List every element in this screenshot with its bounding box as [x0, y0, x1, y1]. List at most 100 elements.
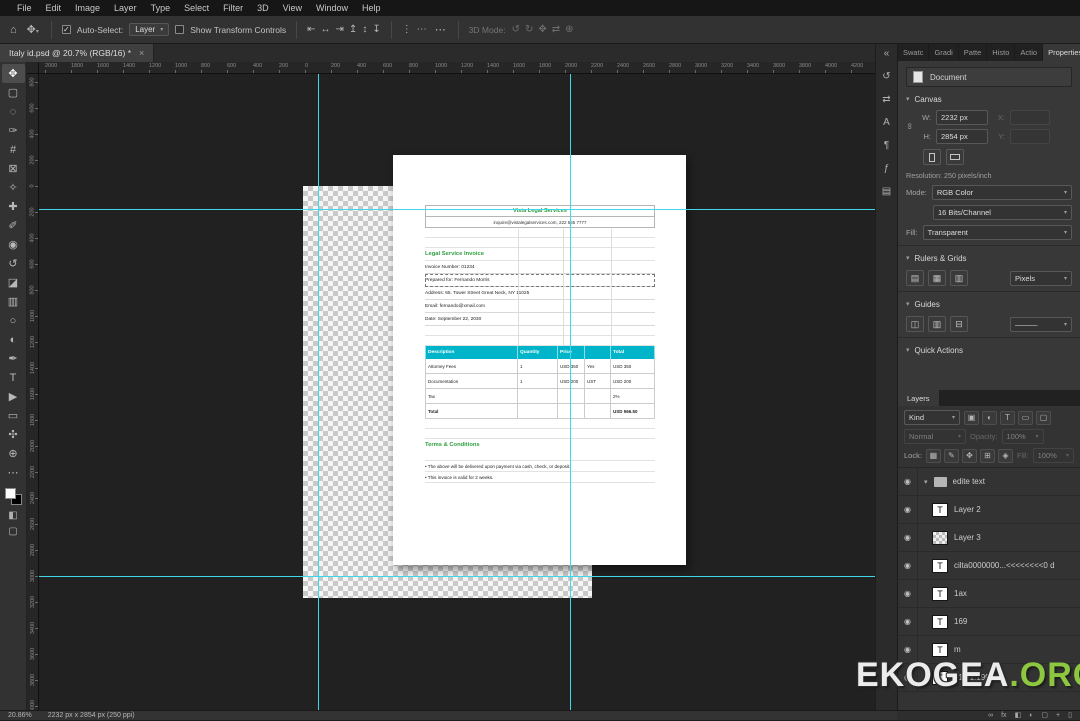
grid-icon[interactable]: ▦ — [928, 270, 946, 286]
clone-stamp-tool[interactable]: ◉ — [2, 235, 25, 254]
group-expand-chevron-icon[interactable]: ▾ — [924, 478, 928, 486]
filter-type-icon[interactable]: T — [1000, 410, 1015, 425]
units-dropdown[interactable]: Pixels ▾ — [1010, 270, 1072, 286]
fill-field[interactable]: 100% ▾ — [1032, 448, 1074, 463]
layers-tab[interactable]: Layers — [898, 390, 939, 406]
bit-depth-dropdown[interactable]: 16 Bits/Channel ▾ — [933, 205, 1072, 220]
clear-guides-icon[interactable]: ⊟ — [950, 316, 968, 332]
marquee-tool[interactable]: ▢ — [2, 83, 25, 102]
layer-group-icon[interactable]: ▢ — [1041, 711, 1048, 721]
raster-layer-thumbnail[interactable] — [932, 530, 948, 545]
layer-effects-icon[interactable]: fx — [1001, 711, 1006, 721]
move-tool[interactable]: ✥ — [1, 64, 25, 83]
panel-tab-actio[interactable]: Actio — [1015, 44, 1044, 61]
width-field[interactable]: 2232 px — [936, 110, 988, 125]
guide-vertical[interactable] — [318, 74, 319, 710]
filter-pixel-icon[interactable]: ▣ — [964, 410, 979, 425]
adjustments-panel-icon[interactable]: ⇄ — [882, 94, 890, 105]
hand-tool[interactable]: ✣ — [2, 425, 25, 444]
menu-type[interactable]: Type — [144, 0, 178, 16]
vertical-ruler[interactable]: 800 600 400 200 0 200 400 600 800 1000 1200 1400 160… — [27, 74, 39, 710]
filter-adjustment-icon[interactable]: ◐ — [982, 410, 997, 425]
paragraph-panel-icon[interactable]: ¶ — [884, 140, 889, 151]
text-layer-thumbnail[interactable]: T — [932, 586, 948, 601]
orientation-landscape-button[interactable] — [946, 149, 964, 165]
layer-name[interactable]: Layer 2 — [954, 505, 981, 514]
3d-pan-icon[interactable]: ✥ — [538, 24, 546, 35]
3d-roll-icon[interactable]: ↻ — [525, 24, 533, 35]
menu-view[interactable]: View — [276, 0, 309, 16]
quick-mask-icon[interactable]: ◧ — [8, 510, 17, 521]
brush-tool[interactable]: ✐ — [2, 216, 25, 235]
layer-row[interactable]: ◉ T 1ax — [898, 580, 1080, 608]
adjustment-layer-icon[interactable]: ◐ — [1029, 711, 1033, 721]
align-top-icon[interactable]: ↥ — [349, 24, 357, 35]
guide-style-dropdown[interactable]: ——— ▾ — [1010, 316, 1072, 332]
layer-mask-icon[interactable]: ◧ — [1015, 711, 1022, 721]
document-canvas[interactable]: Vista Legal Services inquire@vistalegals… — [39, 74, 875, 710]
3d-scale-icon[interactable]: ⊕ — [565, 24, 573, 35]
guide-vertical[interactable] — [570, 74, 571, 710]
x-field[interactable] — [1010, 110, 1050, 125]
add-guide-icon[interactable]: ◫ — [906, 316, 924, 332]
opacity-field[interactable]: 100% ▾ — [1001, 429, 1044, 444]
ruler-origin-corner[interactable] — [27, 62, 39, 74]
layer-visibility-eye-icon[interactable]: ◉ — [898, 552, 918, 579]
canvas-fill-dropdown[interactable]: Transparent ▾ — [922, 225, 1072, 240]
lock-pixels-icon[interactable]: ✎ — [943, 448, 959, 463]
invoice-document-page[interactable]: Vista Legal Services inquire@vistalegals… — [393, 155, 686, 565]
healing-brush-tool[interactable]: ✚ — [2, 197, 25, 216]
layer-row[interactable]: ◉ Layer 3 — [898, 524, 1080, 552]
y-field[interactable] — [1010, 129, 1050, 144]
dodge-tool[interactable]: ◐ — [2, 330, 25, 349]
panel-tab-gradi[interactable]: Gradi — [929, 44, 959, 61]
menu-select[interactable]: Select — [177, 0, 216, 16]
foreground-color-swatch[interactable] — [4, 488, 16, 499]
pen-tool[interactable]: ✒ — [2, 349, 25, 368]
delete-layer-icon[interactable]: ▯ — [1068, 711, 1072, 721]
rulers-grids-section-header[interactable]: ▾ Rulers & Grids — [906, 250, 1072, 266]
3d-rotate-icon[interactable]: ↺ — [512, 24, 520, 35]
lock-all-icon[interactable]: ◈ — [997, 448, 1013, 463]
history-panel-icon[interactable]: ↺ — [882, 71, 890, 82]
filter-smart-icon[interactable]: ▢ — [1036, 410, 1051, 425]
layer-name[interactable]: edite text — [953, 477, 985, 486]
lock-artboard-icon[interactable]: ⊞ — [979, 448, 995, 463]
document-tab[interactable]: Italy id.psd @ 20.7% (RGB/16) * × — [0, 44, 155, 62]
link-dimensions-icon[interactable]: ∞ — [905, 123, 915, 131]
menu-window[interactable]: Window — [309, 0, 355, 16]
libraries-panel-icon[interactable]: ▤ — [882, 186, 891, 197]
color-swatches[interactable] — [4, 488, 22, 505]
mode-dropdown[interactable]: RGB Color ▾ — [931, 185, 1072, 200]
layer-row[interactable]: ◉ Tcilta0000000...<<<<<<<<0 d — [898, 552, 1080, 580]
panel-tab-swatc[interactable]: Swatc — [898, 44, 930, 61]
layer-visibility-eye-icon[interactable]: ◉ — [898, 580, 918, 607]
grid-settings-icon[interactable]: ▥ — [950, 270, 968, 286]
path-selection-tool[interactable]: ▶ — [2, 387, 25, 406]
text-layer-thumbnail[interactable]: T — [932, 558, 948, 573]
blur-tool[interactable]: ○ — [2, 311, 25, 330]
lock-transparency-icon[interactable]: ▦ — [925, 448, 941, 463]
align-left-icon[interactable]: ⇤ — [307, 24, 315, 35]
lasso-tool[interactable]: ◌ — [2, 102, 25, 121]
collapse-panels-icon[interactable]: « — [884, 48, 890, 59]
align-center-h-icon[interactable]: ↔ — [321, 24, 331, 35]
eraser-tool[interactable]: ◪ — [2, 273, 25, 292]
move-tool-options-icon[interactable]: ✥▾ — [25, 23, 41, 36]
guide-horizontal[interactable] — [39, 209, 875, 210]
layer-name[interactable]: m — [954, 645, 961, 654]
guide-layout-icon[interactable]: ▥ — [928, 316, 946, 332]
quick-selection-tool[interactable]: ✑ — [2, 121, 25, 140]
menu-layer[interactable]: Layer — [107, 0, 144, 16]
text-layer-thumbnail[interactable]: T — [932, 614, 948, 629]
zoom-level[interactable]: 20.86% — [8, 712, 32, 719]
shape-tool[interactable]: ▭ — [2, 406, 25, 425]
ruler-icon[interactable]: ▤ — [906, 270, 924, 286]
panel-tab-histo[interactable]: Histo — [987, 44, 1016, 61]
text-layer-thumbnail[interactable]: T — [932, 642, 948, 657]
type-tool[interactable]: T — [2, 368, 25, 387]
lock-position-icon[interactable]: ✥ — [961, 448, 977, 463]
blend-mode-dropdown[interactable]: Normal ▾ — [904, 429, 966, 444]
layer-visibility-eye-icon[interactable]: ◉ — [898, 608, 918, 635]
panel-tab-properties[interactable]: Properties — [1043, 44, 1080, 61]
